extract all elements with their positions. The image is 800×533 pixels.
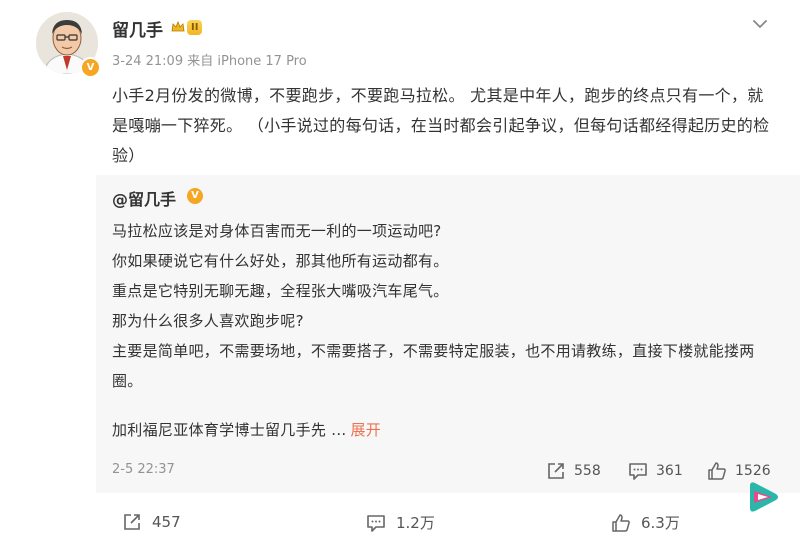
quoted-username[interactable]: @留几手 xyxy=(112,186,176,210)
comment-icon xyxy=(367,514,385,532)
quoted-last-line: 加利福尼亚体育学博士留几手先 ... xyxy=(112,421,347,439)
post-actions-bar: 457 1.2万 6.3万 xyxy=(0,508,800,532)
quoted-comment-count: 361 xyxy=(656,463,683,479)
quoted-comment-button[interactable]: 361 xyxy=(628,461,683,481)
crown-icon xyxy=(171,20,185,32)
quoted-line: 重点是它特别无聊无趣，全程张大嘴吸汽车尾气。 xyxy=(112,282,449,300)
quoted-footer: 2-5 22:37 558 361 1526 xyxy=(112,462,792,482)
repost-button[interactable]: 457 xyxy=(122,512,181,532)
post-source: 来自 iPhone 17 Pro xyxy=(187,54,307,69)
post-meta: 3-24 21:09 来自 iPhone 17 Pro xyxy=(112,50,307,69)
username[interactable]: 留几手 xyxy=(112,16,163,41)
chevron-down-icon[interactable] xyxy=(750,14,770,34)
like-icon xyxy=(612,513,630,532)
quoted-line: 马拉松应该是对身体百害而无一利的一项运动吧? xyxy=(112,222,442,240)
verified-badge-icon: V xyxy=(80,57,101,78)
like-button[interactable]: 6.3万 xyxy=(611,512,680,533)
comment-button[interactable]: 1.2万 xyxy=(366,512,435,533)
level-badge: II xyxy=(171,17,203,37)
quoted-repost-count: 558 xyxy=(574,463,601,479)
repost-icon xyxy=(548,463,564,479)
quoted-post[interactable]: @留几手 V 马拉松应该是对身体百害而无一利的一项运动吧? 你如果硬说它有什么好… xyxy=(96,175,800,493)
post-time: 3-24 21:09 xyxy=(112,54,184,69)
level-badge-text: II xyxy=(187,19,203,35)
quoted-repost-button[interactable]: 558 xyxy=(546,461,601,481)
comment-count: 1.2万 xyxy=(396,514,435,532)
post-text: 小手2月份发的微博，不要跑步，不要跑马拉松。 尤其是中年人，跑步的终点只有一个，… xyxy=(112,86,770,165)
repost-count: 457 xyxy=(152,513,181,531)
quoted-like-count: 1526 xyxy=(735,463,771,479)
expand-link[interactable]: 展开 xyxy=(350,421,381,439)
verified-badge-icon: V xyxy=(187,188,203,204)
like-icon xyxy=(708,462,726,480)
comment-icon xyxy=(629,463,647,480)
like-count: 6.3万 xyxy=(641,514,680,532)
quoted-line: 主要是简单吧，不需要场地，不需要搭子，不需要特定服装，也不用请教练，直接下楼就能… xyxy=(112,342,755,390)
quoted-line: 那为什么很多人喜欢跑步呢? xyxy=(112,312,304,330)
app-logo-icon xyxy=(750,482,778,512)
quoted-time: 2-5 22:37 xyxy=(112,462,175,477)
quoted-truncated-line: 加利福尼亚体育学博士留几手先 ... 展开 xyxy=(112,419,381,440)
quoted-line: 你如果硬说它有什么好处，那其他所有运动都有。 xyxy=(112,252,449,270)
repost-icon xyxy=(124,514,140,530)
quoted-text: 马拉松应该是对身体百害而无一利的一项运动吧? 你如果硬说它有什么好处，那其他所有… xyxy=(112,216,772,396)
